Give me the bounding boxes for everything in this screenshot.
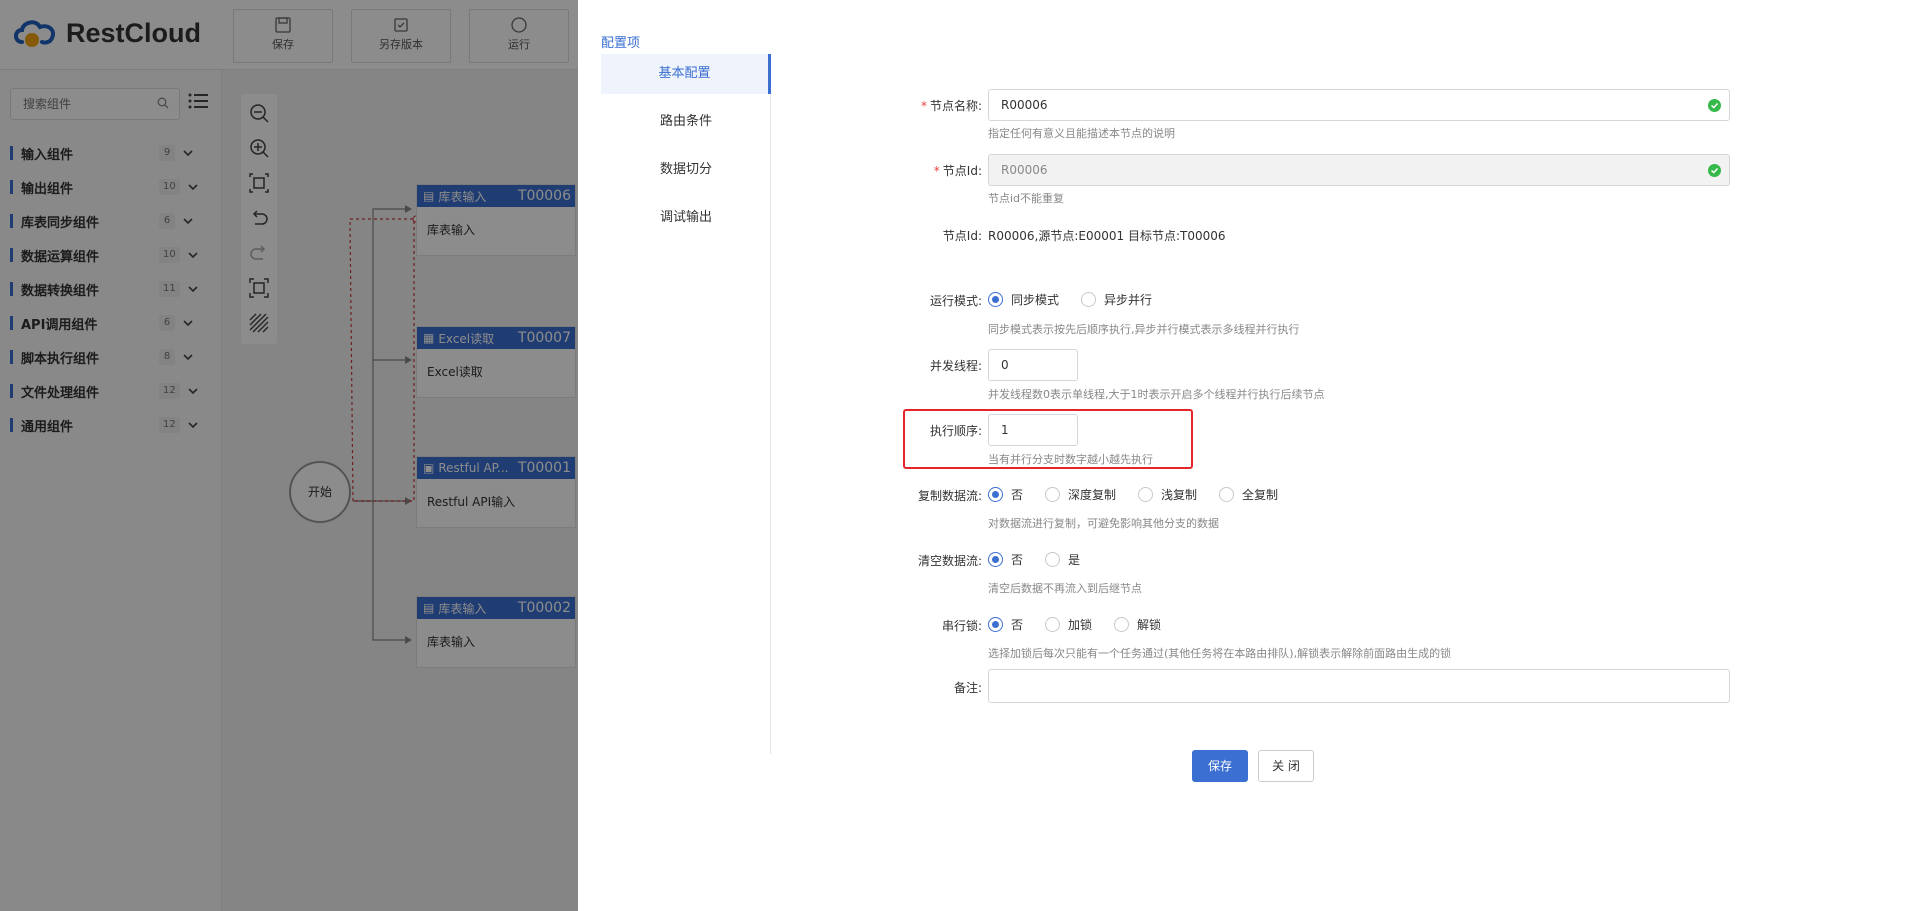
node-id-hint: 节点id不能重复 (988, 192, 1065, 205)
check-circle-icon (1708, 99, 1721, 112)
clear-no-radio[interactable]: 否 (988, 551, 1023, 568)
serial-lock-label: 串行锁: (941, 619, 982, 633)
copy-stream-label: 复制数据流: (917, 489, 982, 503)
serial-lock-group: 否 加锁 解锁 (988, 616, 1183, 633)
exec-order-label: 执行顺序: (929, 424, 982, 438)
copy-stream-group: 否 深度复制 浅复制 全复制 (988, 486, 1300, 503)
radio-selected (988, 617, 1003, 632)
node-id-label: * 节点Id: (578, 162, 982, 179)
copy-full-radio[interactable]: 全复制 (1219, 486, 1278, 503)
radio-selected (988, 292, 1003, 307)
threads-input[interactable]: 0 (988, 349, 1078, 381)
run-mode-sync-radio[interactable]: 同步模式 (988, 291, 1059, 308)
basic-config-form: * 节点名称: R00006 指定任何有意义且能描述本节点的说明 * 节点Id: R… (578, 0, 1920, 911)
radio-selected (988, 552, 1003, 567)
radio-unselected (1045, 617, 1061, 632)
radio-label: 否 (1011, 618, 1024, 632)
radio-label: 加锁 (1068, 618, 1093, 632)
node-name-value: R00006 (1001, 98, 1048, 112)
node-info-value: R00006,源节点:E00001 目标节点:T00006 (988, 229, 1226, 243)
lock-add-radio[interactable]: 加锁 (1045, 616, 1092, 633)
run-mode-label: 运行模式: (929, 294, 982, 308)
exec-order-hint: 当有并行分支时数字越小越先执行 (988, 453, 1153, 466)
radio-selected (988, 487, 1003, 502)
radio-label: 是 (1068, 553, 1081, 567)
node-name-hint: 指定任何有意义且能描述本节点的说明 (988, 127, 1175, 140)
serial-lock-hint: 选择加锁后每次只能有一个任务通过(其他任务将在本路由排队),解锁表示解除前面路由… (988, 647, 1452, 660)
radio-label: 浅复制 (1161, 488, 1198, 502)
node-name-input[interactable]: R00006 (988, 89, 1730, 121)
radio-label: 否 (1011, 553, 1024, 567)
radio-unselected (1045, 487, 1061, 502)
node-id-value: R00006 (1001, 163, 1048, 177)
node-id-input: R00006 (988, 154, 1730, 186)
flow-designer: RestCloud 保存 另存版本 运行 输入组件9 输出组件10 库表同步组件… (0, 0, 578, 911)
run-mode-group: 同步模式 异步并行 (988, 291, 1174, 308)
remark-textarea[interactable] (988, 669, 1730, 703)
radio-label: 解锁 (1137, 618, 1162, 632)
clear-stream-label: 清空数据流: (917, 554, 982, 568)
copy-deep-radio[interactable]: 深度复制 (1045, 486, 1116, 503)
radio-unselected (1219, 487, 1235, 502)
check-circle-icon (1708, 164, 1721, 177)
node-name-label: * 节点名称: (578, 97, 982, 114)
radio-unselected (1138, 487, 1154, 502)
required-marker: * (920, 99, 927, 113)
radio-label: 否 (1011, 488, 1024, 502)
clear-stream-group: 否 是 (988, 551, 1102, 568)
copy-stream-hint: 对数据流进行复制，可避免影响其他分支的数据 (988, 517, 1219, 530)
threads-label: 并发线程: (929, 359, 982, 373)
clear-stream-hint: 清空后数据不再流入到后继节点 (988, 582, 1142, 595)
save-button[interactable]: 保存 (1192, 750, 1248, 782)
node-name-label-text: 节点名称: (929, 99, 982, 113)
lock-release-radio[interactable]: 解锁 (1114, 616, 1161, 633)
threads-hint: 并发线程数0表示单线程,大于1时表示开启多个线程并行执行后续节点 (988, 388, 1325, 401)
config-drawer: 配置项 基本配置 路由条件 数据切分 调试输出 * 节点名称: R00006 指定… (578, 0, 1920, 911)
radio-unselected (1045, 552, 1061, 567)
modal-overlay[interactable] (0, 0, 578, 911)
exec-order-input[interactable]: 1 (988, 414, 1078, 446)
run-mode-async-radio[interactable]: 异步并行 (1081, 291, 1152, 308)
radio-label: 全复制 (1242, 488, 1279, 502)
radio-label: 同步模式 (1011, 293, 1060, 307)
required-marker: * (933, 164, 940, 178)
radio-label: 深度复制 (1068, 488, 1117, 502)
copy-shallow-radio[interactable]: 浅复制 (1138, 486, 1197, 503)
node-info-label: 节点Id: (942, 229, 982, 243)
lock-no-radio[interactable]: 否 (988, 616, 1023, 633)
close-button[interactable]: 关 闭 (1258, 750, 1314, 782)
clear-yes-radio[interactable]: 是 (1045, 551, 1080, 568)
remark-label: 备注: (953, 681, 982, 695)
copy-no-radio[interactable]: 否 (988, 486, 1023, 503)
radio-label: 异步并行 (1104, 293, 1153, 307)
run-mode-hint: 同步模式表示按先后顺序执行,异步并行模式表示多线程并行执行 (988, 323, 1300, 336)
node-id-label-text: 节点Id: (942, 164, 982, 178)
radio-unselected (1081, 292, 1097, 307)
radio-unselected (1114, 617, 1130, 632)
